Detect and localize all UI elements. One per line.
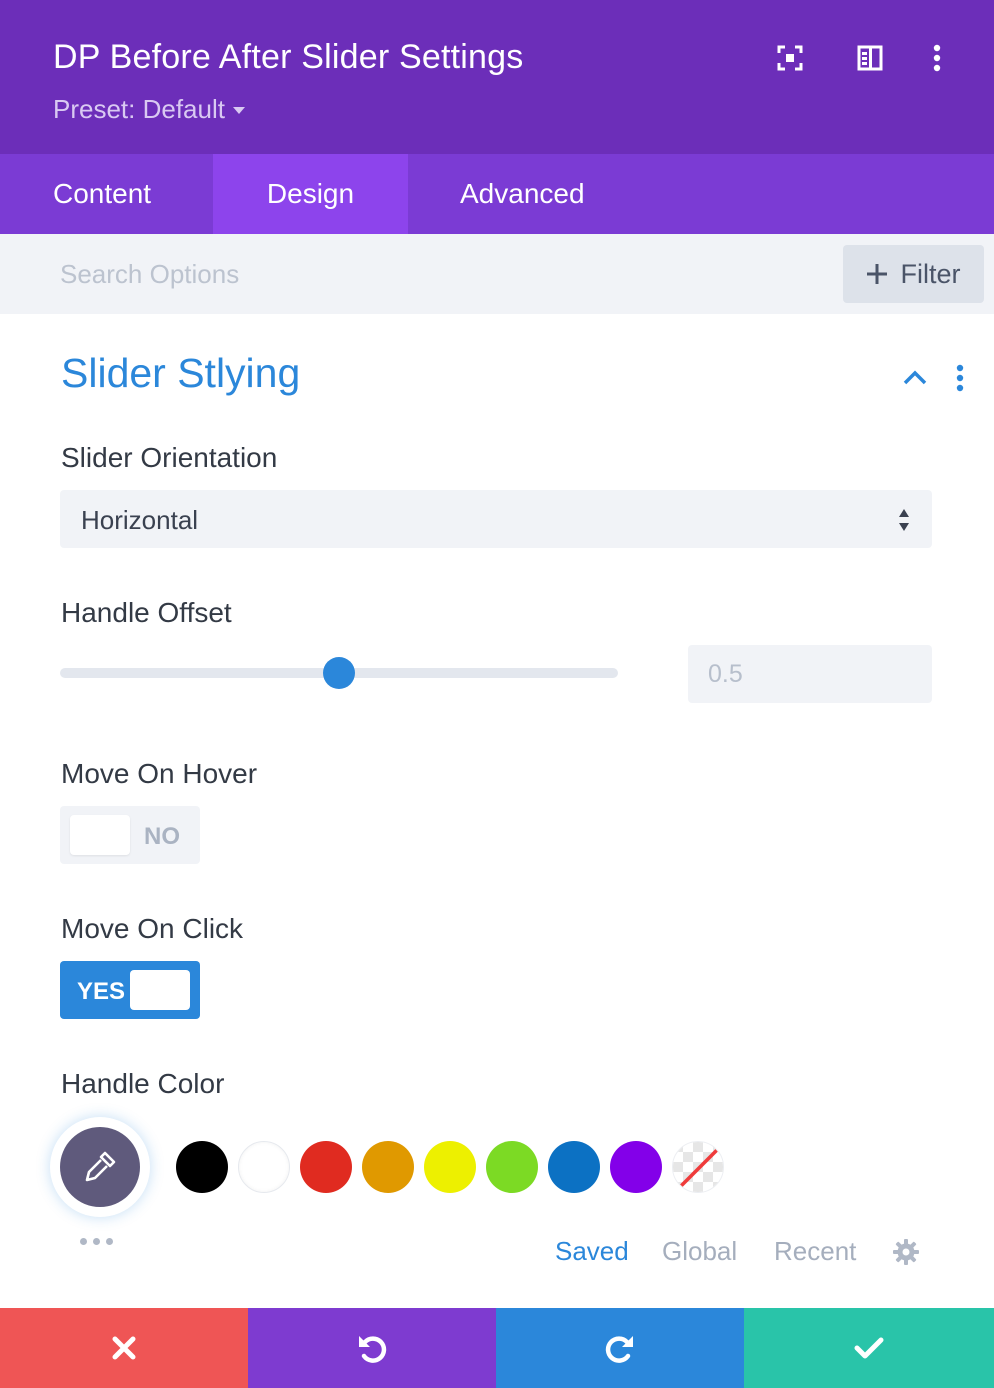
undo-icon [359, 1336, 387, 1363]
swatch-purple[interactable] [610, 1141, 662, 1193]
filter-label: Filter [900, 258, 961, 289]
current-color-preview [60, 1127, 140, 1207]
split-view-icon[interactable] [854, 42, 886, 74]
eyedropper-icon [85, 1151, 116, 1182]
swatch-yellow[interactable] [424, 1141, 476, 1193]
filter-button[interactable]: Filter [843, 245, 984, 303]
handle-offset-input[interactable] [688, 645, 932, 703]
gear-icon[interactable] [892, 1238, 920, 1266]
redo-icon [605, 1336, 633, 1363]
toggle-knob [70, 815, 130, 855]
handle-color-label: Handle Color [61, 1068, 225, 1099]
move-on-hover-label: Move On Hover [61, 758, 258, 789]
swatch-blue[interactable] [548, 1141, 600, 1193]
check-icon [854, 1337, 884, 1359]
swatch-red[interactable] [300, 1141, 352, 1193]
section-kebab-icon[interactable] [948, 362, 972, 394]
orientation-value: Horizontal [81, 505, 199, 535]
move-on-click-label: Move On Click [61, 913, 244, 944]
kebab-menu-icon[interactable] [921, 42, 953, 74]
toggle-state-text: NO [144, 823, 180, 850]
palette-tab-saved[interactable]: Saved [555, 1236, 629, 1267]
swatch-orange[interactable] [362, 1141, 414, 1193]
close-icon [112, 1336, 136, 1360]
handle-offset-label: Handle Offset [61, 597, 232, 628]
undo-button[interactable] [248, 1308, 496, 1388]
color-picker-button[interactable] [50, 1117, 150, 1217]
palette-tab-global[interactable]: Global [662, 1236, 737, 1267]
toggle-state-text: YES [77, 978, 126, 1005]
action-bar [0, 1308, 994, 1388]
preset-dropdown[interactable]: Preset: Default [53, 94, 245, 125]
transparent-swatch-icon [673, 1142, 723, 1192]
swatch-transparent[interactable] [672, 1141, 724, 1193]
preset-label: Preset: Default [53, 94, 225, 124]
move-on-click-toggle[interactable]: YES [60, 961, 200, 1019]
caret-down-icon [232, 107, 245, 114]
handle-offset-slider-thumb[interactable] [323, 657, 355, 689]
select-arrows-icon [899, 509, 909, 531]
palette-tab-recent[interactable]: Recent [774, 1236, 856, 1267]
tab-design[interactable]: Design [213, 154, 408, 234]
toggle-knob [130, 970, 190, 1010]
modal-title: DP Before After Slider Settings [53, 38, 524, 76]
swatch-white[interactable] [238, 1141, 290, 1193]
tab-content[interactable]: Content [0, 154, 213, 234]
cancel-button[interactable] [0, 1308, 248, 1388]
chevron-up-icon[interactable] [900, 364, 930, 392]
orientation-select[interactable]: Horizontal [60, 490, 932, 548]
plus-icon [866, 264, 887, 284]
swatch-black[interactable] [176, 1141, 228, 1193]
swatch-green[interactable] [486, 1141, 538, 1193]
modal-header: DP Before After Slider Settings Preset: … [0, 0, 994, 154]
section-title[interactable]: Slider Stlying [61, 350, 300, 397]
orientation-label: Slider Orientation [61, 442, 278, 473]
save-button[interactable] [744, 1308, 994, 1388]
focus-mode-icon[interactable] [774, 42, 806, 74]
search-input[interactable] [44, 248, 824, 300]
settings-tabs: Content Design Advanced [0, 154, 994, 234]
more-options-icon[interactable] [80, 1238, 113, 1245]
redo-button[interactable] [496, 1308, 744, 1388]
tab-advanced[interactable]: Advanced [408, 154, 708, 234]
move-on-hover-toggle[interactable]: NO [60, 806, 200, 864]
